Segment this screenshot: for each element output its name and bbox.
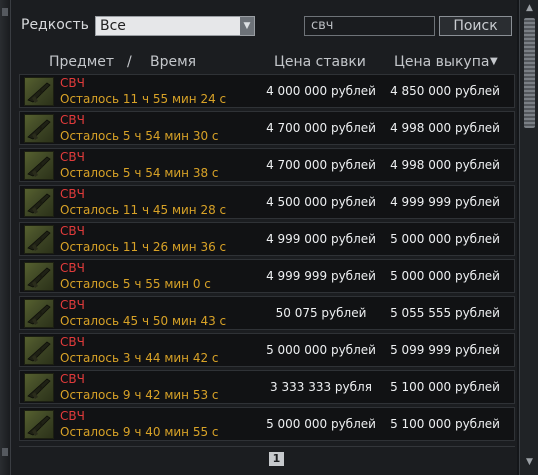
bid-price: 5 000 000 рублей [266,417,376,431]
buyout-price: 4 999 999 рублей [390,195,500,209]
header-separator: / [127,54,132,70]
item-name: СВЧ [60,113,85,127]
header-time[interactable]: Время [150,54,196,70]
rifle-icon [24,373,54,402]
item-name: СВЧ [60,335,85,349]
bid-price: 3 333 333 рубля [270,380,372,394]
arrow-up-icon[interactable]: ▲ [523,2,536,14]
buyout-price: 5 100 000 рублей [390,417,500,431]
rifle-icon [24,188,54,217]
item-name: СВЧ [60,298,85,312]
table-row[interactable]: СВЧ Осталось 45 ч 50 мин 43 с 50 075 руб… [19,296,515,330]
time-left: Осталось 3 ч 44 мин 42 с [60,351,219,365]
bid-price: 4 999 999 рублей [266,269,376,283]
header-buyout[interactable]: Цена выкупа [394,54,489,70]
bid-price: 4 700 000 рублей [266,121,376,135]
table-row[interactable]: СВЧ Осталось 5 ч 54 мин 30 с 4 700 000 р… [19,111,515,145]
bid-price: 50 075 рублей [275,306,367,320]
search-input[interactable]: свч [304,16,435,36]
buyout-price: 5 100 000 рублей [390,380,500,394]
item-name: СВЧ [60,150,85,164]
buyout-price: 5 000 000 рублей [390,269,500,283]
table-row[interactable]: СВЧ Осталось 5 ч 54 мин 38 с 4 700 000 р… [19,148,515,182]
buyout-price: 5 055 555 рублей [390,306,500,320]
table-row[interactable]: СВЧ Осталось 3 ч 44 мин 42 с 5 000 000 р… [19,333,515,367]
time-left: Осталось 11 ч 55 мин 24 с [60,92,227,106]
bid-price: 5 000 000 рублей [266,343,376,357]
rarity-dropdown[interactable]: Все ▼ [95,16,255,36]
frame-marker [2,8,8,16]
table-row[interactable]: СВЧ Осталось 9 ч 40 мин 55 с 5 000 000 р… [19,407,515,441]
time-left: Осталось 45 ч 50 мин 43 с [60,314,227,328]
rifle-icon [24,336,54,365]
rifle-icon [24,410,54,439]
bid-price: 4 000 000 рублей [266,84,376,98]
header-item[interactable]: Предмет [49,54,114,70]
chevron-down-icon[interactable]: ▼ [240,17,254,35]
item-name: СВЧ [60,372,85,386]
table-row[interactable]: СВЧ Осталось 11 ч 45 мин 28 с 4 500 000 … [19,185,515,219]
time-left: Осталось 5 ч 55 мин 0 с [60,277,211,291]
header-bid[interactable]: Цена ставки [274,54,366,70]
item-name: СВЧ [60,224,85,238]
item-name: СВЧ [60,76,85,90]
auction-panel: Редкость Все ▼ свч Поиск Предмет / Время… [11,0,517,475]
bid-price: 4 700 000 рублей [266,158,376,172]
divider [19,446,515,447]
time-left: Осталось 11 ч 45 мин 28 с [60,203,227,217]
rarity-value: Все [100,18,126,34]
rifle-icon [24,262,54,291]
rifle-icon [24,77,54,106]
table-row[interactable]: СВЧ Осталось 5 ч 55 мин 0 с 4 999 999 ру… [19,259,515,293]
table-row[interactable]: СВЧ Осталось 9 ч 42 мин 53 с 3 333 333 р… [19,370,515,404]
filter-bar: Редкость Все ▼ свч Поиск [11,0,517,48]
table-row[interactable]: СВЧ Осталось 11 ч 26 мин 36 с 4 999 000 … [19,222,515,256]
time-left: Осталось 11 ч 26 мин 36 с [60,240,227,254]
buyout-price: 4 998 000 рублей [390,158,500,172]
bid-price: 4 999 000 рублей [266,232,376,246]
arrow-down-icon[interactable]: ▼ [523,456,536,468]
search-button[interactable]: Поиск [439,16,512,36]
buyout-price: 4 998 000 рублей [390,121,500,135]
buyout-price: 4 850 000 рублей [390,84,500,98]
time-left: Осталось 9 ч 42 мин 53 с [60,388,219,402]
item-name: СВЧ [60,187,85,201]
scrollbar[interactable]: ▲ ▼ [519,0,538,475]
rifle-icon [24,114,54,143]
table-header: Предмет / Время Цена ставки Цена выкупа … [11,52,517,72]
rifle-icon [24,151,54,180]
item-name: СВЧ [60,409,85,423]
sort-desc-icon[interactable]: ▼ [490,56,498,67]
rifle-icon [24,225,54,254]
buyout-price: 5 099 999 рублей [390,343,500,357]
lot-list: СВЧ Осталось 11 ч 55 мин 24 с 4 000 000 … [19,74,515,444]
page-button[interactable]: 1 [269,452,284,466]
time-left: Осталось 9 ч 40 мин 55 с [60,425,219,439]
item-name: СВЧ [60,261,85,275]
scroll-thumb[interactable] [524,18,535,128]
rarity-label: Редкость [21,17,89,33]
frame-marker [2,448,8,456]
buyout-price: 5 000 000 рублей [390,232,500,246]
rifle-icon [24,299,54,328]
bid-price: 4 500 000 рублей [266,195,376,209]
time-left: Осталось 5 ч 54 мин 38 с [60,166,219,180]
table-row[interactable]: СВЧ Осталось 11 ч 55 мин 24 с 4 000 000 … [19,74,515,108]
time-left: Осталось 5 ч 54 мин 30 с [60,129,219,143]
left-frame-strip [0,0,11,475]
